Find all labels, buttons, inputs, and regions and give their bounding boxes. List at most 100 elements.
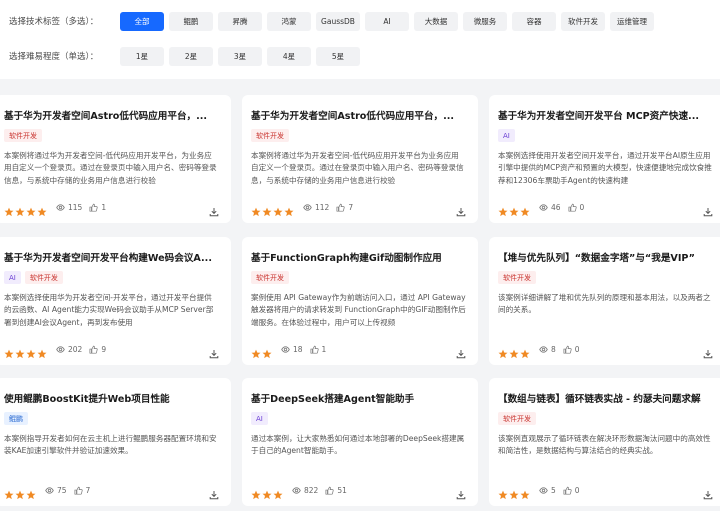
- card-tag: 软件开发: [498, 412, 536, 425]
- download-icon[interactable]: [703, 344, 713, 359]
- tech-tag-chip[interactable]: 容器: [512, 11, 556, 31]
- star-icon: [15, 202, 25, 217]
- tech-filter-label: 选择技术标签（多选）：: [9, 17, 99, 27]
- card-tags: 软件开发: [498, 271, 536, 284]
- case-card[interactable]: 基于FunctionGraph构建Gif动图制作应用 软件开发 案例使用 API G…: [242, 237, 478, 365]
- view-count-value: 8: [551, 344, 556, 354]
- level-chip[interactable]: 1星: [120, 46, 164, 66]
- star-rating: [251, 202, 294, 217]
- view-count-value: 5: [551, 485, 556, 495]
- card-tag: 软件开发: [251, 271, 289, 284]
- thumbs-up-icon: [563, 345, 572, 354]
- star-icon: [26, 202, 36, 217]
- level-chip[interactable]: 2星: [169, 46, 213, 66]
- tech-tag-chip[interactable]: 鸿蒙: [267, 11, 311, 31]
- card-title[interactable]: 基于DeepSeek搭建Agent智能助手: [251, 391, 468, 405]
- tech-tag-chip[interactable]: 大数据: [414, 11, 458, 31]
- star-icon: [498, 485, 508, 500]
- card-tag: 软件开发: [498, 271, 536, 284]
- star-icon: [262, 485, 272, 500]
- card-title[interactable]: 基于华为开发者空间Astro低代码应用平台，...: [251, 108, 468, 122]
- download-icon[interactable]: [209, 344, 219, 359]
- tech-tag-chip[interactable]: GaussDB: [316, 11, 360, 31]
- download-icon[interactable]: [456, 202, 466, 217]
- card-title[interactable]: 基于华为开发者空间开发平台构建We码会议A...: [4, 250, 221, 264]
- tech-tag-chip[interactable]: AI: [365, 11, 409, 31]
- view-count: 202: [56, 345, 82, 354]
- card-tags: 鲲鹏: [4, 412, 28, 425]
- card-title[interactable]: 【数组与链表】循环链表实战 - 约瑟夫问题求解: [498, 391, 715, 405]
- like-count-value: 0: [579, 202, 585, 212]
- tech-tag-chip[interactable]: 全部: [120, 11, 164, 31]
- thumbs-up-icon: [568, 203, 577, 212]
- like-count: 0: [563, 345, 580, 354]
- view-count-value: 18: [293, 344, 303, 354]
- star-icon: [273, 485, 283, 500]
- like-count: 1: [310, 344, 327, 354]
- tech-tag-chip[interactable]: 软件开发: [561, 11, 605, 31]
- star-icon: [15, 485, 25, 500]
- case-card[interactable]: 【数组与链表】循环链表实战 - 约瑟夫问题求解 软件开发该案例直观展示了循环链表在…: [489, 378, 720, 506]
- like-count: 7: [74, 485, 91, 495]
- filter-panel: 选择技术标签（多选）： 全部 鲲鹏 昇腾 鸿蒙 GaussDB AI 大数据 微服务 容器 软件开…: [0, 0, 720, 79]
- card-title[interactable]: 【堆与优先队列】“数据金字塔”与“我是VIP”: [498, 250, 715, 264]
- like-count-value: 7: [85, 485, 91, 495]
- star-icon: [520, 202, 530, 217]
- download-icon[interactable]: [703, 202, 713, 217]
- eye-icon: [539, 203, 548, 212]
- like-count-value: 1: [321, 344, 327, 354]
- star-icon: [509, 202, 519, 217]
- level-chip[interactable]: 5星: [316, 46, 360, 66]
- card-title[interactable]: 基于华为开发者空间开发平台 MCP资产快速...: [498, 108, 715, 122]
- like-count-value: 0: [574, 344, 580, 354]
- case-card[interactable]: 使用鲲鹏BoostKit提升Web项目性能 鲲鹏本案例指导开发者如何在云主机上进行…: [0, 378, 231, 506]
- star-icon: [262, 202, 272, 217]
- star-rating: [4, 485, 36, 500]
- case-card[interactable]: 基于华为开发者空间开发平台构建We码会议A... AI 软件开发 本案例选择使用华为开…: [0, 237, 231, 365]
- star-icon: [4, 344, 14, 359]
- case-card[interactable]: 基于DeepSeek搭建Agent智能助手 AI 通过本案例，让大家熟悉如何通过本地…: [242, 378, 478, 506]
- card-description: 本案例将通过华为开发者空间-低代码应用开发平台为业务应用自定义一个登录页。通过在…: [251, 151, 464, 185]
- level-chip[interactable]: 4星: [267, 46, 311, 66]
- case-card[interactable]: 基于华为开发者空间Astro低代码应用平台，... 软件开发 本案例将通过华为开发者…: [0, 95, 231, 223]
- download-icon[interactable]: [456, 344, 466, 359]
- view-count: 822: [292, 486, 318, 495]
- tech-tag-chip[interactable]: 鲲鹏: [169, 11, 213, 31]
- download-icon[interactable]: [703, 485, 713, 500]
- star-rating: [4, 344, 47, 359]
- card-description: 本案例选择使用华为开发者空间-开发平台，通过开发平台提供的云函数、AI Agen…: [4, 293, 214, 327]
- thumbs-up-icon: [563, 486, 572, 495]
- tech-tag-chip[interactable]: 微服务: [463, 11, 507, 31]
- tech-tag-chip[interactable]: 运维管理: [610, 11, 654, 31]
- card-tag: AI: [4, 271, 21, 284]
- eye-icon: [539, 345, 548, 354]
- card-description: 本案例指导开发者如何在云主机上进行鲲鹏服务器配置环境和安装KAE加速引擎软件并验…: [4, 434, 217, 456]
- star-icon: [4, 202, 14, 217]
- download-icon[interactable]: [209, 485, 219, 500]
- card-tag: 软件开发: [4, 129, 42, 142]
- star-rating: [498, 202, 530, 217]
- star-icon: [520, 344, 530, 359]
- view-count: 112: [303, 203, 329, 212]
- download-icon[interactable]: [456, 485, 466, 500]
- card-title[interactable]: 基于华为开发者空间Astro低代码应用平台，...: [4, 108, 221, 122]
- view-count-value: 822: [304, 485, 319, 495]
- level-chip[interactable]: 3星: [218, 46, 262, 66]
- card-title[interactable]: 基于FunctionGraph构建Gif动图制作应用: [251, 250, 468, 264]
- like-count: 51: [325, 486, 347, 495]
- card-tags: 软件开发: [251, 271, 289, 284]
- download-icon[interactable]: [209, 202, 219, 217]
- case-card[interactable]: 基于华为开发者空间开发平台 MCP资产快速... AI 本案例选择使用开发者空间开发…: [489, 95, 720, 223]
- case-card[interactable]: 基于华为开发者空间Astro低代码应用平台，... 软件开发 本案例将通过华为开发者…: [242, 95, 478, 223]
- card-tags: AI: [498, 129, 515, 142]
- like-count-value: 51: [337, 485, 347, 495]
- tech-tag-chip[interactable]: 昇腾: [218, 11, 262, 31]
- star-icon: [284, 202, 294, 217]
- card-description: 该案例直观展示了循环链表在解决环形数据淘汰问题中的高效性和简洁性，是数据结构与算…: [498, 434, 711, 456]
- card-title[interactable]: 使用鲲鹏BoostKit提升Web项目性能: [4, 391, 221, 405]
- like-count-value: 7: [348, 202, 354, 212]
- case-card[interactable]: 【堆与优先队列】“数据金字塔”与“我是VIP” 软件开发该案例详细讲解了堆和优先队…: [489, 237, 720, 365]
- star-icon: [498, 202, 508, 217]
- card-description: 该案例详细讲解了堆和优先队列的原理和基本用法，以及两者之间的关系。: [498, 293, 711, 315]
- thumbs-up-icon: [336, 203, 345, 212]
